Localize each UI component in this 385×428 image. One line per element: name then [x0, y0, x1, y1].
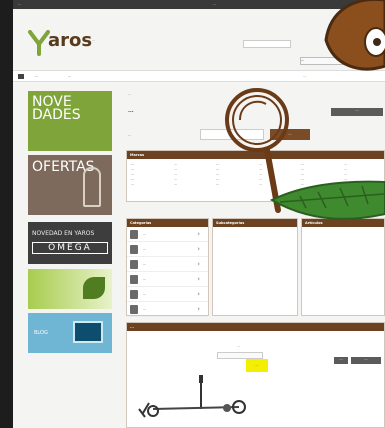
view-list-button[interactable]: ... — [334, 357, 348, 364]
chevron-right-icon: › — [197, 290, 200, 298]
banner-novedades[interactable]: NOVE DADES — [28, 91, 112, 151]
monitor-graphic — [73, 321, 103, 343]
search-input[interactable] — [243, 40, 291, 48]
home-icon[interactable] — [18, 74, 24, 79]
category-item[interactable]: ... › — [127, 242, 208, 257]
filter-button[interactable]: ... — [270, 129, 310, 140]
category-icon — [130, 290, 138, 299]
brand-link[interactable]: ... — [301, 182, 341, 187]
search-button[interactable] — [335, 40, 365, 48]
category-item[interactable]: ... › — [127, 227, 208, 242]
subcategories-panel-title: Subcategorías — [213, 219, 297, 227]
category-label: ... — [143, 262, 147, 266]
chevron-right-icon: › — [197, 260, 200, 268]
top-bar: ... ... — [13, 0, 385, 9]
brand-link[interactable]: ... — [344, 182, 384, 187]
account-button[interactable]: ... — [300, 57, 344, 65]
articles-panel: Artículos — [301, 218, 385, 316]
category-icon — [130, 275, 138, 284]
banner-novedades-line2: DADES — [32, 107, 81, 123]
category-icon — [130, 305, 138, 314]
categories-panel: Categorías ... ›... ›... ›... ›... ›... › — [126, 218, 209, 317]
category-item[interactable]: ... › — [127, 302, 208, 317]
category-label: ... — [143, 247, 147, 251]
chevron-right-icon: › — [197, 305, 200, 313]
category-icon — [130, 260, 138, 269]
yaros-logo-icon — [28, 30, 50, 56]
sort-label: ... — [237, 344, 241, 348]
articles-panel-title: Artículos — [302, 219, 384, 227]
product-image[interactable] — [127, 373, 267, 428]
view-grid-button[interactable]: ... — [351, 357, 381, 364]
cart-button[interactable]: ... — [347, 57, 385, 65]
site-logo[interactable]: aros — [28, 30, 92, 56]
brand-link[interactable]: ... — [216, 182, 256, 187]
categories-panel-title: Categorías — [127, 219, 208, 227]
pager[interactable]: ... — [331, 108, 383, 116]
results-panel-title: ... — [127, 323, 384, 331]
logo-text: aros — [48, 30, 93, 51]
banner-blog[interactable]: BLOG — [28, 313, 112, 353]
category-icon — [130, 245, 138, 254]
brands-panel-title: Marcas — [127, 151, 384, 159]
brand-link[interactable]: ... — [131, 182, 171, 187]
screen: ... ... aros ... ... ... ... ... ... NOV… — [0, 0, 385, 428]
category-label: ... — [143, 232, 147, 236]
nav-right-links[interactable]: ... — [303, 74, 306, 78]
brand-link[interactable]: ... — [259, 182, 299, 187]
banner-green[interactable] — [28, 269, 112, 309]
top-bar-contact: ... — [18, 2, 22, 6]
banner-omega-subtitle: NOVEDAD EN YAROS — [32, 230, 95, 237]
web-page: ... ... aros ... ... ... ... ... ... NOV… — [13, 0, 385, 428]
category-icon — [130, 230, 138, 239]
chevron-right-icon: › — [197, 275, 200, 283]
category-label: ... — [143, 292, 147, 296]
banner-ofertas[interactable]: OFERTAS — [28, 155, 112, 215]
results-panel: ... ... ... ... ... — [126, 322, 385, 428]
categories-list: ... ›... ›... ›... ›... ›... › — [127, 227, 208, 317]
banner-omega[interactable]: NOVEDAD EN YAROS OMEGA — [28, 222, 112, 264]
brands-grid: ........................................… — [131, 162, 383, 200]
subcategories-panel: Subcategorías — [212, 218, 298, 316]
chevron-right-icon: › — [197, 245, 200, 253]
category-label: ... — [143, 307, 147, 311]
category-item[interactable]: ... › — [127, 287, 208, 302]
category-item[interactable]: ... › — [127, 272, 208, 287]
banner-blog-text: BLOG — [34, 330, 48, 336]
filter-input[interactable] — [200, 129, 264, 140]
main-nav: ... ... ... — [13, 70, 385, 82]
header-tagline: ... — [92, 38, 96, 42]
banner-omega-brand: OMEGA — [32, 242, 108, 254]
top-bar-links[interactable]: ... — [213, 2, 216, 6]
chevron-right-icon: › — [197, 230, 200, 238]
nav-item-1[interactable]: ... — [35, 74, 38, 78]
filter-label: ... — [128, 133, 132, 137]
highlighted-link[interactable]: ... — [246, 359, 268, 372]
category-item[interactable]: ... › — [127, 257, 208, 272]
brand-link[interactable]: ... — [174, 182, 214, 187]
category-label: ... — [143, 277, 147, 281]
sort-select[interactable] — [217, 352, 263, 359]
leaf-graphic — [83, 277, 105, 299]
skeleton-figure — [83, 167, 101, 207]
page-title: ... — [128, 108, 134, 114]
breadcrumb[interactable]: ... — [128, 92, 131, 96]
brands-panel: Marcas .................................… — [126, 150, 385, 202]
nav-item-2[interactable]: ... — [68, 74, 71, 78]
